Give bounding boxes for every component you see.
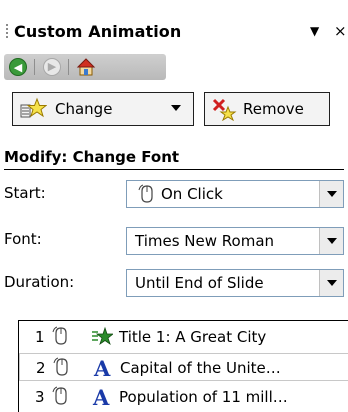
forward-arrow-icon: ▶ <box>43 58 61 76</box>
home-icon <box>76 58 96 76</box>
mouse-icon <box>138 184 153 203</box>
back-arrow-icon: ◀ <box>9 58 27 76</box>
back-button[interactable]: ◀ <box>7 56 29 78</box>
font-label: Font: <box>4 230 42 248</box>
mouse-icon <box>52 326 67 345</box>
mouse-icon <box>52 386 67 405</box>
font-value: Times New Roman <box>135 232 275 250</box>
duration-value: Until End of Slide <box>135 274 264 292</box>
start-select[interactable]: On Click <box>126 180 344 208</box>
font-effect-icon: A <box>93 357 111 379</box>
pane-navigation-bar: ◀ ▶ <box>4 54 166 80</box>
change-effect-button[interactable]: Change <box>12 92 194 126</box>
forward-button[interactable]: ▶ <box>41 56 63 78</box>
chevron-down-icon <box>327 191 337 197</box>
font-dropdown-button[interactable] <box>319 228 343 254</box>
change-button-label: Change <box>55 100 113 118</box>
item-number: 1 <box>35 328 45 346</box>
remove-effect-icon <box>212 98 237 121</box>
nav-separator <box>68 59 69 75</box>
home-button[interactable] <box>75 56 97 78</box>
nav-separator <box>34 59 35 75</box>
start-dropdown-button[interactable] <box>319 181 343 207</box>
close-icon[interactable]: × <box>334 22 347 40</box>
star-effect-icon <box>20 97 47 118</box>
list-item[interactable]: 3 A Population of 11 mill… <box>23 383 348 411</box>
font-select[interactable]: Times New Roman <box>126 227 344 255</box>
item-number: 3 <box>35 388 45 406</box>
duration-label: Duration: <box>4 273 75 291</box>
mouse-icon <box>53 357 68 376</box>
modify-heading: Modify: Change Font <box>4 148 180 166</box>
chevron-down-icon <box>327 238 337 244</box>
start-label: Start: <box>4 184 46 202</box>
animation-list[interactable]: 1 Title 1: A Great City 2 A Capital of t… <box>18 320 348 412</box>
item-text: Title 1: A Great City <box>119 328 267 346</box>
svg-text:A: A <box>93 357 111 379</box>
pane-grip[interactable] <box>6 24 8 40</box>
chevron-down-icon <box>327 280 337 286</box>
duration-select[interactable]: Until End of Slide <box>126 269 344 297</box>
section-divider <box>4 169 344 170</box>
item-text: Population of 11 mill… <box>119 388 288 406</box>
pane-title: Custom Animation <box>14 22 182 41</box>
list-item[interactable]: 2 A Capital of the Unite… <box>19 353 348 381</box>
svg-text:A: A <box>92 386 110 408</box>
chevron-down-icon <box>171 105 181 111</box>
list-item[interactable]: 1 Title 1: A Great City <box>23 323 348 351</box>
remove-effect-button[interactable]: Remove <box>204 92 330 126</box>
item-text: Capital of the Unite… <box>120 359 281 377</box>
duration-dropdown-button[interactable] <box>319 270 343 296</box>
font-effect-icon: A <box>92 386 110 408</box>
remove-button-label: Remove <box>243 100 304 118</box>
item-number: 2 <box>36 359 46 377</box>
pane-menu-icon[interactable]: ▼ <box>310 24 319 38</box>
star-effect-icon <box>92 326 113 346</box>
start-value: On Click <box>161 185 223 203</box>
